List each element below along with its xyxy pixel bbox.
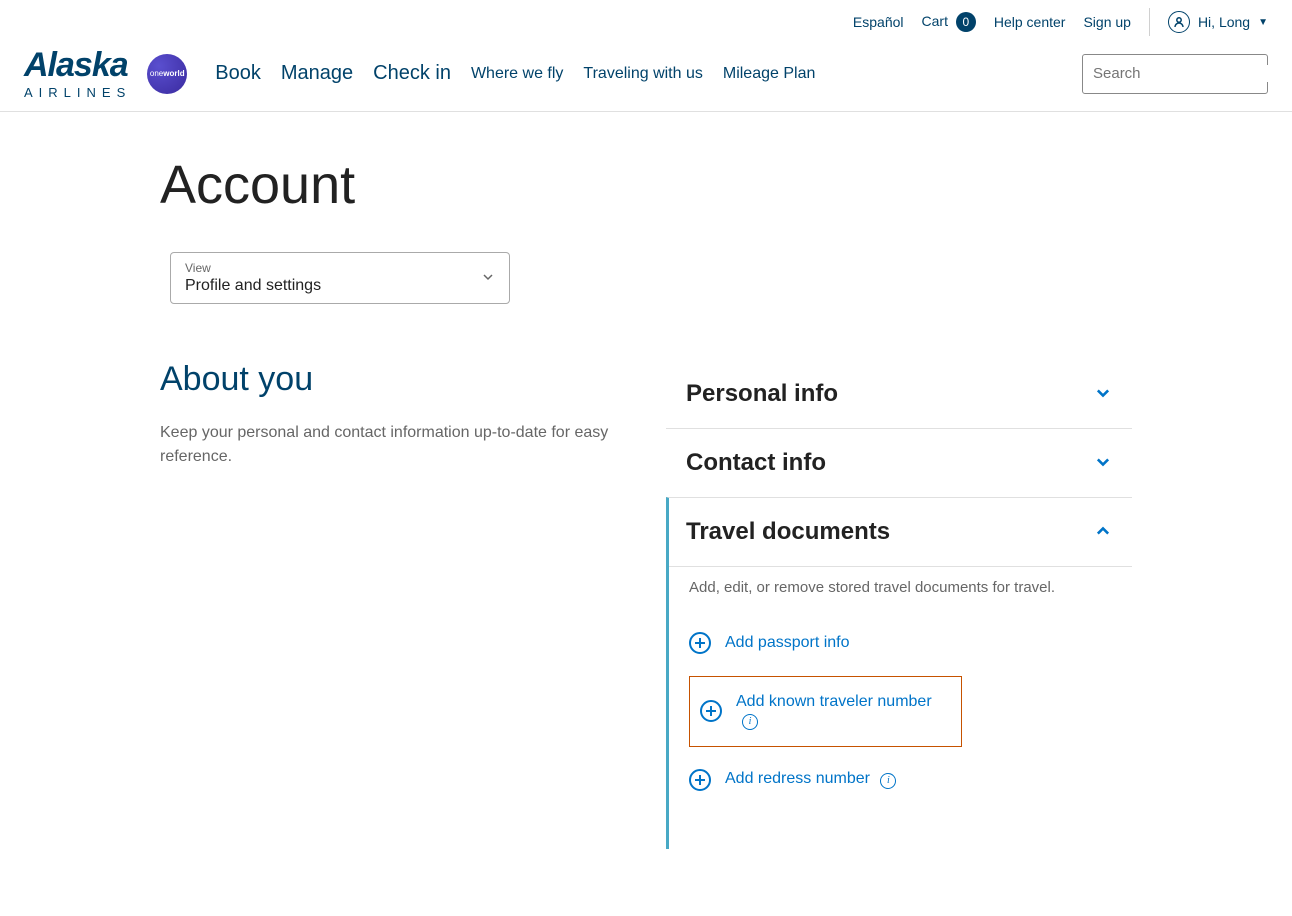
- header: Español Cart 0 Help center Sign up Hi, L…: [0, 0, 1292, 112]
- main-nav: Alaska AIRLINES oneworld Book Manage Che…: [24, 48, 1268, 99]
- chevron-down-icon: [1094, 453, 1112, 474]
- accordion-title: Contact info: [686, 449, 826, 477]
- user-menu[interactable]: Hi, Long ▼: [1168, 11, 1268, 33]
- accordion-body-travel: Add, edit, or remove stored travel docum…: [669, 566, 1132, 849]
- view-label: View: [185, 261, 321, 275]
- about-title: About you: [160, 360, 626, 399]
- logo-sub: AIRLINES: [24, 86, 131, 99]
- sign-up-link[interactable]: Sign up: [1083, 14, 1130, 30]
- add-known-label: Add known traveler number: [736, 693, 932, 710]
- help-center-link[interactable]: Help center: [994, 14, 1066, 30]
- content: Account View Profile and settings About …: [136, 112, 1156, 891]
- add-redress-label: Add redress number: [725, 770, 870, 787]
- two-column-layout: About you Keep your personal and contact…: [160, 360, 1132, 849]
- search-box[interactable]: [1082, 54, 1268, 94]
- logo-group[interactable]: Alaska AIRLINES oneworld: [24, 48, 187, 99]
- logo-main: Alaska: [24, 48, 131, 82]
- accordion-title: Personal info: [686, 380, 838, 408]
- nav-book[interactable]: Book: [215, 62, 261, 85]
- chevron-down-icon: ▼: [1258, 17, 1268, 28]
- chevron-down-icon: [481, 270, 495, 287]
- add-redress-link[interactable]: Add redress number i: [689, 759, 1112, 801]
- user-icon: [1168, 11, 1190, 33]
- oneworld-logo: oneworld: [147, 54, 187, 94]
- add-passport-label: Add passport info: [725, 634, 850, 652]
- info-icon[interactable]: i: [880, 773, 896, 789]
- nav-checkin[interactable]: Check in: [373, 62, 451, 85]
- view-select[interactable]: View Profile and settings: [170, 252, 510, 304]
- cart-label: Cart: [922, 13, 948, 29]
- accordion-header-travel[interactable]: Travel documents: [669, 498, 1132, 566]
- accordion-header-contact[interactable]: Contact info: [666, 429, 1132, 497]
- accordion-travel-documents: Travel documents Add, edit, or remove st…: [666, 497, 1132, 849]
- add-passport-link[interactable]: Add passport info: [689, 622, 1112, 664]
- accordion-personal-info: Personal info: [666, 360, 1132, 428]
- espanol-link[interactable]: Español: [853, 14, 904, 30]
- nav-traveling[interactable]: Traveling with us: [583, 65, 702, 83]
- about-desc: Keep your personal and contact informati…: [160, 421, 626, 469]
- plus-icon: [689, 632, 711, 654]
- info-icon[interactable]: i: [742, 714, 758, 730]
- cart-link[interactable]: Cart 0: [922, 12, 976, 32]
- user-greeting: Hi, Long: [1198, 14, 1250, 30]
- plus-icon: [689, 769, 711, 791]
- accordion-title: Travel documents: [686, 518, 890, 546]
- nav-manage[interactable]: Manage: [281, 62, 353, 85]
- accordion-contact-info: Contact info: [666, 428, 1132, 497]
- view-value: Profile and settings: [185, 277, 321, 295]
- top-links: Español Cart 0 Help center Sign up Hi, L…: [24, 8, 1268, 36]
- nav-mileage[interactable]: Mileage Plan: [723, 65, 816, 83]
- page-title: Account: [160, 154, 1132, 216]
- plus-icon: [700, 700, 722, 722]
- divider: [1149, 8, 1150, 36]
- chevron-up-icon: [1094, 522, 1112, 543]
- right-column: Personal info Contact info: [666, 360, 1132, 849]
- search-input[interactable]: [1093, 65, 1292, 82]
- nav-links: Book Manage Check in Where we fly Travel…: [215, 62, 815, 85]
- nav-where-we-fly[interactable]: Where we fly: [471, 65, 563, 83]
- chevron-down-icon: [1094, 384, 1112, 405]
- left-column: About you Keep your personal and contact…: [160, 360, 626, 849]
- accordion-header-personal[interactable]: Personal info: [666, 360, 1132, 428]
- alaska-logo: Alaska AIRLINES: [24, 48, 131, 99]
- cart-count-badge: 0: [956, 12, 976, 32]
- travel-desc: Add, edit, or remove stored travel docum…: [689, 579, 1112, 596]
- add-known-traveler-link[interactable]: Add known traveler number i: [689, 676, 962, 747]
